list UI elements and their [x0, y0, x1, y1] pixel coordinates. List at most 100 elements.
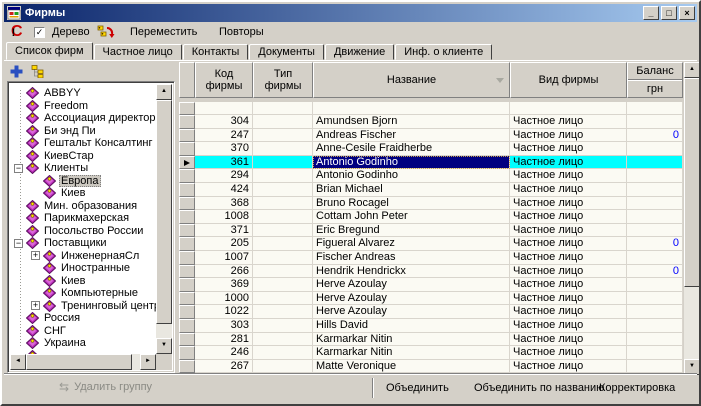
cell-type[interactable] [253, 210, 313, 224]
tree-item[interactable]: Украина [10, 337, 156, 350]
row-gutter[interactable] [179, 346, 195, 360]
tab-contacts[interactable]: Контакты [183, 44, 249, 60]
tree-item[interactable]: Киев [10, 187, 156, 200]
table-row[interactable]: 1008Cottam John PeterЧастное лицо [179, 210, 683, 224]
merge-by-name-button[interactable]: Объединить по названию [474, 382, 604, 394]
filter-row[interactable] [179, 102, 683, 115]
cell-code[interactable]: 361 [195, 156, 253, 170]
cell-kind[interactable]: Частное лицо [510, 346, 627, 360]
cell-kind[interactable]: Частное лицо [510, 251, 627, 265]
cell-kind[interactable]: Частное лицо [510, 156, 627, 170]
cell-balance[interactable] [627, 115, 683, 129]
repeats-button[interactable]: Повторы [217, 22, 266, 42]
cell-balance[interactable] [627, 197, 683, 211]
tree-vertical-scrollbar[interactable]: ▲ ▼ [156, 84, 172, 354]
cell-kind[interactable]: Частное лицо [510, 278, 627, 292]
row-gutter[interactable] [179, 278, 195, 292]
table-row[interactable]: 266Hendrik HendrickxЧастное лицо0 [179, 265, 683, 279]
cell-balance[interactable] [627, 292, 683, 306]
cell-code[interactable]: 370 [195, 142, 253, 156]
tree-hscroll-thumb[interactable] [26, 354, 132, 370]
cell-type[interactable] [253, 156, 313, 170]
cell-code[interactable]: 205 [195, 237, 253, 251]
row-gutter[interactable] [179, 360, 195, 374]
cell-type[interactable] [253, 142, 313, 156]
tab-private-person[interactable]: Частное лицо [94, 44, 182, 60]
table-row[interactable]: 247Andreas FischerЧастное лицо0 [179, 129, 683, 143]
cell-kind[interactable]: Частное лицо [510, 224, 627, 238]
column-header-balance[interactable]: Баланс грн [627, 62, 683, 98]
tree-item[interactable]: КиевСтар [10, 150, 156, 163]
cell-name[interactable]: Herve Azoulay [313, 305, 510, 319]
scroll-up-icon[interactable]: ▲ [156, 84, 172, 100]
cell-kind[interactable]: Частное лицо [510, 265, 627, 279]
cell-type[interactable] [253, 129, 313, 143]
tree-item[interactable]: Мин. образования [10, 200, 156, 213]
cell-code[interactable]: 1008 [195, 210, 253, 224]
tree-item[interactable]: Россия [10, 312, 156, 325]
tree-item[interactable]: Freedom [10, 100, 156, 113]
tree-item[interactable]: Парикмахерская [10, 212, 156, 225]
row-gutter[interactable] [179, 251, 195, 265]
cell-balance[interactable]: 0 [627, 129, 683, 143]
cell-type[interactable] [253, 197, 313, 211]
cell-name[interactable]: Hills David [313, 319, 510, 333]
table-row[interactable]: 303Hills DavidЧастное лицо [179, 319, 683, 333]
table-row[interactable]: 267Matte VeroniqueЧастное лицо [179, 360, 683, 374]
row-gutter[interactable] [179, 183, 195, 197]
scroll-right-icon[interactable]: ► [140, 354, 156, 370]
cell-type[interactable] [253, 319, 313, 333]
cell-name[interactable]: Brian Michael [313, 183, 510, 197]
table-row[interactable]: 368Bruno RocagelЧастное лицо [179, 197, 683, 211]
table-row[interactable]: 370Anne-Cesile FraidherbeЧастное лицо [179, 142, 683, 156]
column-header-kind[interactable]: Вид фирмы [510, 62, 627, 98]
row-gutter[interactable] [179, 237, 195, 251]
cell-code[interactable]: 369 [195, 278, 253, 292]
tree-item[interactable]: Гештальт Консалтинг [10, 137, 156, 150]
move-button[interactable]: Переместить [128, 22, 199, 42]
row-gutter[interactable] [179, 210, 195, 224]
table-row[interactable]: 246Karmarkar NitinЧастное лицо [179, 346, 683, 360]
cell-code[interactable]: 1007 [195, 251, 253, 265]
cell-name[interactable]: Bruno Rocagel [313, 197, 510, 211]
cell-balance[interactable] [627, 251, 683, 265]
row-gutter[interactable] [179, 333, 195, 347]
table-row[interactable]: 1007Fischer AndreasЧастное лицо [179, 251, 683, 265]
tree-checkbox-box[interactable]: ✓ [34, 27, 45, 38]
tree-checkbox[interactable]: ✓ Дерево [34, 22, 92, 42]
collapse-icon[interactable]: − [14, 164, 23, 173]
cell-type[interactable] [253, 237, 313, 251]
correction-button[interactable]: Корректировка [599, 382, 675, 394]
add-group-icon[interactable] [10, 65, 23, 78]
cell-balance[interactable] [627, 278, 683, 292]
cell-code[interactable]: 371 [195, 224, 253, 238]
cell-type[interactable] [253, 278, 313, 292]
cell-name[interactable]: Figueral Alvarez [313, 237, 510, 251]
table-row[interactable]: 205Figueral AlvarezЧастное лицо0 [179, 237, 683, 251]
tree-item[interactable]: СНГ [10, 325, 156, 338]
tab-firm-list[interactable]: Список фирм [6, 42, 93, 60]
column-header-type[interactable]: Тип фирмы [253, 62, 313, 98]
cell-code[interactable]: 303 [195, 319, 253, 333]
cell-type[interactable] [253, 333, 313, 347]
tree-item[interactable]: +Тренинговый центр [10, 300, 156, 313]
grid-vertical-scrollbar[interactable]: ▲ ▼ [684, 62, 700, 375]
cell-name[interactable]: Antonio Godinho [313, 156, 510, 170]
column-header-name[interactable]: Название [313, 62, 510, 98]
cell-name[interactable]: Karmarkar Nitin [313, 333, 510, 347]
cell-code[interactable]: 267 [195, 360, 253, 374]
cell-balance[interactable] [627, 210, 683, 224]
table-row[interactable]: 361 Antonio GodinhoЧастное лицо [179, 156, 683, 170]
tab-client-info[interactable]: Инф. о клиенте [395, 44, 492, 60]
cell-code[interactable]: 266 [195, 265, 253, 279]
row-gutter[interactable] [179, 169, 195, 183]
row-gutter[interactable] [179, 319, 195, 333]
cell-code[interactable]: 304 [195, 115, 253, 129]
cell-name[interactable]: Herve Azoulay [313, 278, 510, 292]
cell-balance[interactable] [627, 333, 683, 347]
cell-balance[interactable] [627, 319, 683, 333]
cell-code[interactable]: 247 [195, 129, 253, 143]
minimize-button[interactable]: _ [643, 6, 659, 20]
scroll-up-icon[interactable]: ▲ [684, 62, 700, 78]
cell-name[interactable]: Matte Veronique [313, 360, 510, 374]
